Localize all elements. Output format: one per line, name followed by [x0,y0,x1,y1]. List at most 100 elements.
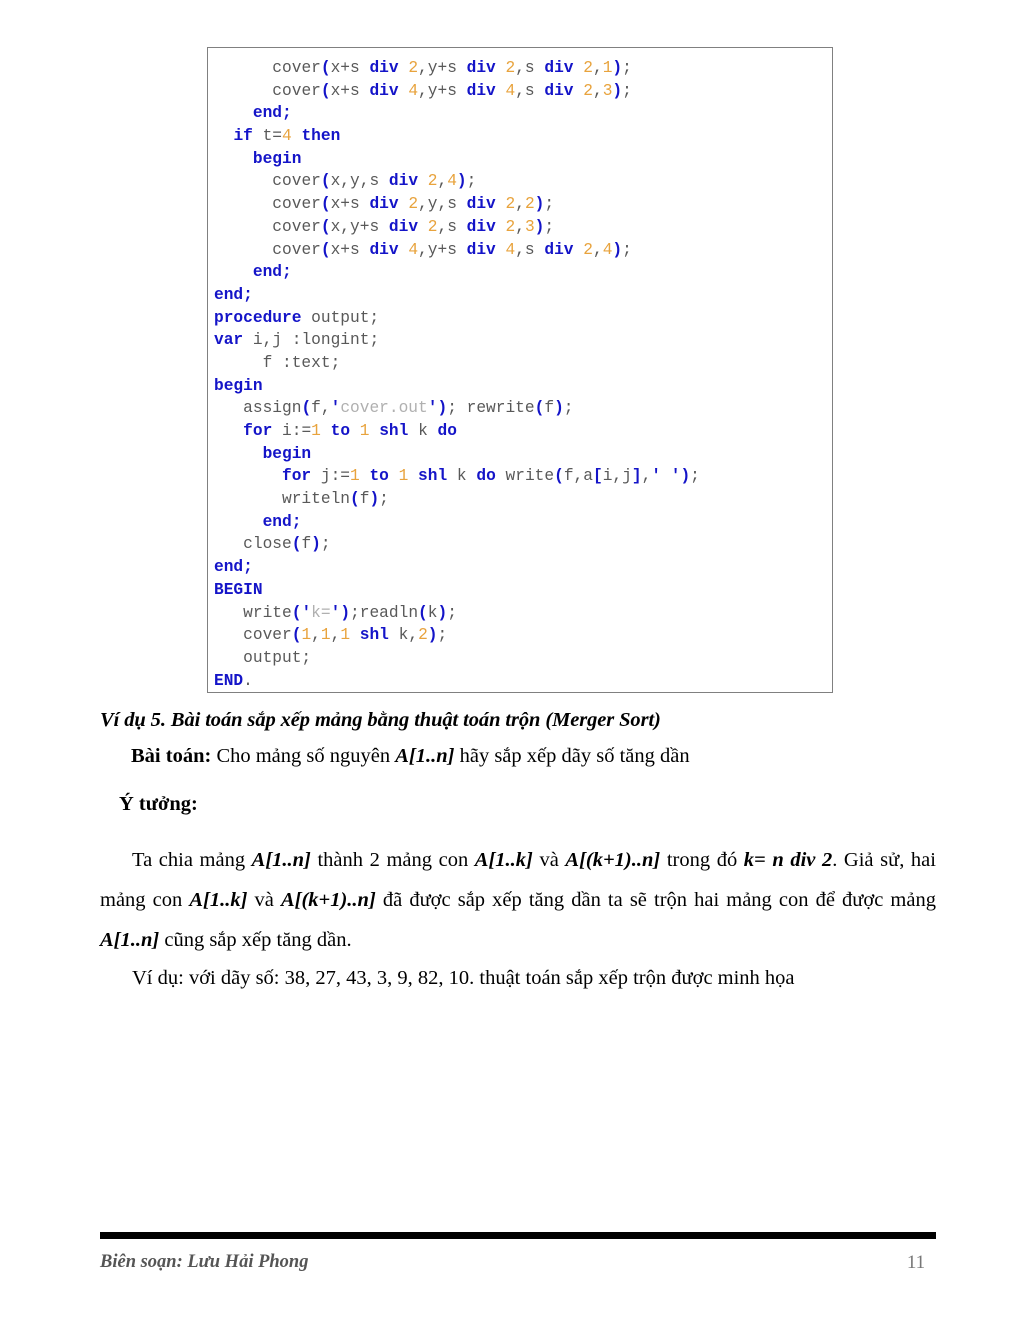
code-line: end; [214,556,832,579]
code-token: , [330,626,341,645]
code-line: cover(x+s div 2,y+s div 2,s div 2,1); [214,57,832,80]
footer-author: Biên soạn: Lưu Hải Phong [100,1252,309,1272]
code-token: ) [612,240,623,259]
code-token: ' [651,467,661,486]
code-token: x+s [330,195,370,214]
code-token: div [388,217,419,236]
code-token: 1 [320,626,331,645]
code-token: ; [544,217,555,236]
code-token: ) [369,490,380,509]
code-line: end; [214,511,832,534]
code-token: ,s [515,240,545,259]
code-token: . [243,671,253,690]
code-line: output; [214,647,832,670]
idea-text-1: Ta chia mảng [132,849,252,871]
code-token: procedure [214,308,302,327]
code-token: end; [252,104,292,123]
code-token: ; [466,172,477,191]
code-line: write('k=');readln(k); [214,602,832,625]
problem-text-a: Cho mảng số nguyên [211,745,396,767]
problem-statement: Bài toán: Cho mảng số nguyên A[1..n] hãy… [131,745,690,768]
idea-var-1: A[1..n] [251,849,311,871]
code-token: div [466,81,496,100]
code-token: assign [214,399,302,418]
code-token: ( [301,399,312,418]
code-token: x,y+s [330,217,389,236]
code-line: cover(x+s div 4,y+s div 4,s div 2,4); [214,239,832,262]
code-token: div [544,240,574,259]
code-token: , [515,217,525,236]
code-line: cover(x+s div 4,y+s div 4,s div 2,3); [214,80,832,103]
code-token: end; [214,558,253,577]
code-token: then [301,127,341,146]
code-token: k, [388,626,419,645]
code-token: if [233,127,253,146]
code-token: ) [680,467,691,486]
footer-divider [100,1232,936,1239]
code-token: x+s [330,59,370,77]
code-token: k [447,467,477,486]
code-token: ( [320,217,331,236]
code-token: ; [622,240,632,259]
code-token: 2 [505,59,516,77]
code-token: ,y+s [418,240,467,259]
idea-text-2: thành 2 mảng con [310,849,475,871]
code-token: k [427,603,438,622]
code-token: to [330,422,351,440]
code-token: [ [592,467,603,486]
code-token: ) [311,535,321,554]
code-token: div [369,195,399,214]
code-token: , [311,626,321,645]
code-line: if t=4 then [214,125,832,148]
idea-text-4: trong đó [660,849,744,871]
code-token: , [437,172,448,191]
problem-array-notation: A[1..n] [395,745,455,767]
code-token: ) [612,81,623,100]
code-line: BEGIN [214,579,832,602]
problem-label: Bài toán: [131,745,212,767]
code-token: div [388,172,419,191]
code-token: cover [214,626,292,645]
code-line: begin [214,148,832,171]
code-token: , [592,240,603,259]
code-token: ( [320,59,331,77]
code-token: div [466,59,496,77]
code-token: ( [320,172,331,191]
code-token: ; [622,81,632,100]
code-token: ; [437,626,448,645]
code-token: ' [330,603,341,622]
code-token: begin [214,376,263,395]
code-token: div [466,240,496,259]
code-line: var i,j :longint; [214,329,832,352]
code-token: output; [214,648,312,667]
code-token: ) [427,626,438,645]
code-token: 1 [602,59,613,77]
code-token: cover [272,195,321,214]
code-token: j:= [311,467,351,486]
code-token: 2 [408,59,419,77]
code-token: div [369,240,399,259]
code-token: ; [320,535,331,554]
code-token: f [359,490,370,509]
idea-text-8: cũng sắp xếp tăng dần. [159,929,352,951]
code-line: cover(x,y+s div 2,s div 2,3); [214,216,832,239]
idea-var-2: A[1..k] [474,849,533,871]
code-token: ,y+s [418,59,467,77]
idea-label: Ý tưởng: [119,793,198,815]
code-token: ( [320,195,331,214]
code-token: do [437,422,457,440]
code-token: f [301,535,312,554]
code-line: cover(x+s div 2,y,s div 2,2); [214,193,832,216]
code-token: begin [252,149,302,168]
code-token: ,s [515,59,545,77]
